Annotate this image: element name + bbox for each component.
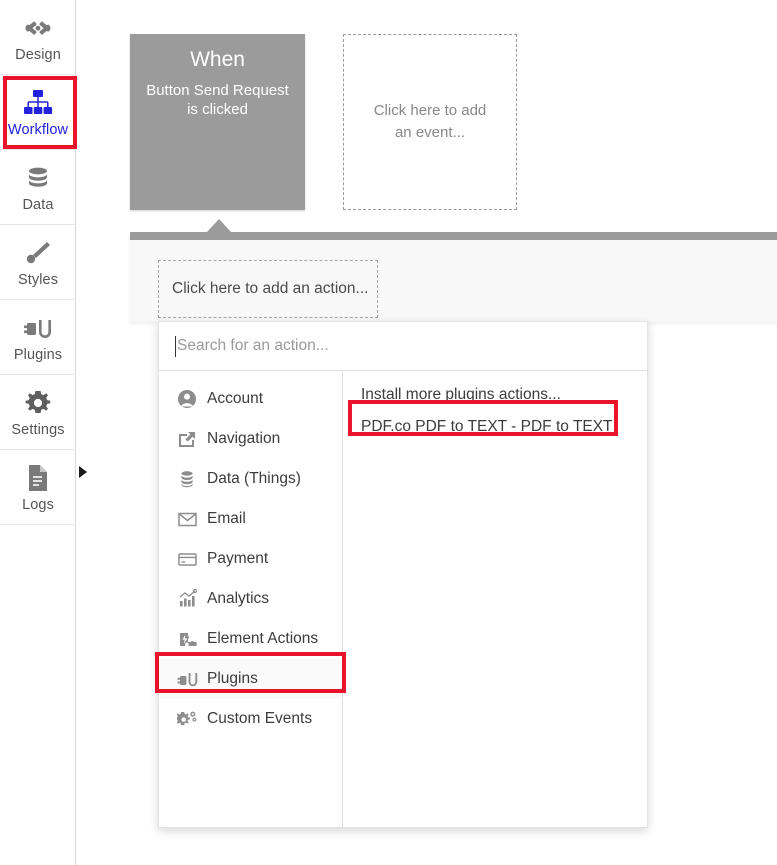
action-panel-topbar [130, 232, 777, 240]
sidebar-item-workflow[interactable]: Workflow [0, 75, 76, 150]
result-label: PDF.co PDF to TEXT - PDF to TEXT [361, 418, 613, 436]
design-tools-icon [22, 11, 54, 45]
result-item-install-more-plugins[interactable]: Install more plugins actions... [343, 379, 647, 411]
sidebar-label: Settings [11, 422, 64, 438]
envelope-icon [177, 509, 207, 529]
sidebar-label: Logs [22, 497, 54, 513]
sidebar-item-logs[interactable]: Logs [0, 450, 76, 525]
gears-icon [177, 709, 207, 729]
external-link-icon [177, 429, 207, 449]
sidebar-item-styles[interactable]: Styles [0, 225, 76, 300]
expand-arrow-icon[interactable] [79, 466, 87, 478]
category-label: Email [207, 510, 246, 528]
sidebar-label: Data [22, 197, 53, 213]
category-label: Analytics [207, 590, 269, 608]
category-item-custom-events[interactable]: Custom Events [159, 699, 342, 739]
puzzle-bolt-icon [177, 629, 207, 649]
result-item-pdfco-pdf-to-text[interactable]: PDF.co PDF to TEXT - PDF to TEXT [343, 411, 647, 443]
category-label: Plugins [207, 670, 258, 688]
plug-icon [23, 311, 53, 345]
category-label: Payment [207, 550, 268, 568]
category-label: Account [207, 390, 263, 408]
category-item-payment[interactable]: Payment [159, 539, 342, 579]
bar-chart-icon [177, 589, 207, 609]
sidebar-label: Design [15, 47, 61, 63]
action-search-dropdown: Account Navigation [158, 321, 648, 828]
workflow-hierarchy-icon [22, 86, 54, 120]
category-item-account[interactable]: Account [159, 379, 342, 419]
category-label: Data (Things) [207, 470, 301, 488]
category-list: Account Navigation [159, 371, 343, 827]
credit-card-icon [177, 549, 207, 569]
category-item-navigation[interactable]: Navigation [159, 419, 342, 459]
search-row [159, 322, 647, 371]
sidebar-item-data[interactable]: Data [0, 150, 76, 225]
text-caret [175, 336, 176, 357]
database-icon [177, 469, 207, 489]
category-item-plugins[interactable]: Plugins [159, 659, 342, 699]
dropdown-body: Account Navigation [159, 371, 647, 827]
app-root: Design [0, 0, 777, 865]
plug-icon [177, 669, 207, 689]
when-block-subtitle: Button Send Requestis clicked [130, 81, 305, 119]
add-action-placeholder[interactable]: Click here to add an action... [158, 260, 378, 318]
person-circle-icon [177, 389, 207, 409]
sidebar-item-design[interactable]: Design [0, 0, 76, 75]
category-label: Custom Events [207, 710, 312, 728]
gear-icon [23, 386, 53, 420]
add-action-label: Click here to add an action... [172, 280, 368, 298]
category-item-element-actions[interactable]: Element Actions [159, 619, 342, 659]
sidebar-item-plugins[interactable]: Plugins [0, 300, 76, 375]
panel-pointer-triangle [206, 219, 232, 233]
sidebar-label: Workflow [8, 122, 68, 138]
category-item-data-things[interactable]: Data (Things) [159, 459, 342, 499]
sidebar-label: Styles [18, 272, 58, 288]
category-item-analytics[interactable]: Analytics [159, 579, 342, 619]
result-label: Install more plugins actions... [361, 386, 561, 404]
paintbrush-icon [23, 236, 53, 270]
add-event-placeholder[interactable]: Click here to add an event... [343, 34, 517, 210]
category-item-email[interactable]: Email [159, 499, 342, 539]
left-sidebar: Design [0, 0, 76, 865]
category-label: Element Actions [207, 630, 318, 648]
add-event-label: Click here to add an event... [344, 100, 516, 144]
document-lines-icon [25, 461, 51, 495]
category-label: Navigation [207, 430, 280, 448]
sidebar-label: Plugins [14, 347, 62, 363]
sidebar-item-settings[interactable]: Settings [0, 375, 76, 450]
when-event-block[interactable]: When Button Send Requestis clicked [130, 34, 305, 210]
when-block-title: When [130, 48, 305, 72]
search-input[interactable] [175, 336, 623, 356]
action-results-list: Install more plugins actions... PDF.co P… [343, 371, 647, 827]
database-icon [23, 161, 53, 195]
